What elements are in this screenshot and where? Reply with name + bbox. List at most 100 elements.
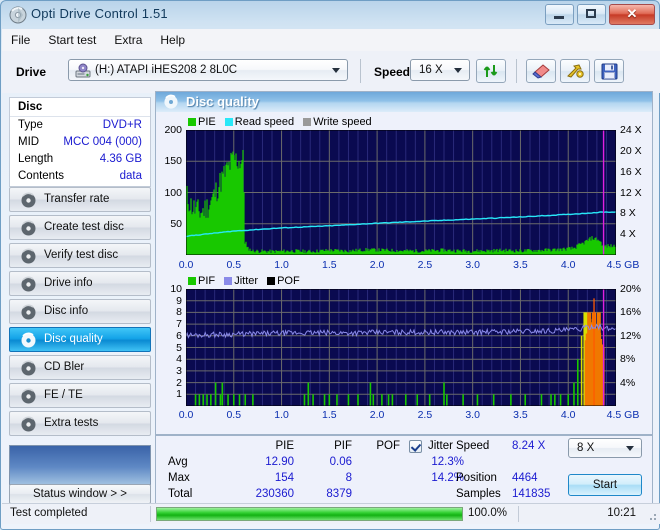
stats-avg-pif: 0.06 [329, 456, 352, 468]
chart2-y2tick-4: 4% [620, 376, 636, 389]
tools-icon [567, 64, 584, 78]
disc-icon [21, 360, 36, 376]
disc-quality-title: Disc quality [186, 94, 259, 109]
sidebar-item-drive-info[interactable]: Drive info [9, 271, 151, 296]
menu-item-start-test[interactable]: Start test [39, 29, 105, 50]
disc-row-length-key: Length [18, 153, 54, 165]
minimize-button[interactable] [545, 4, 574, 25]
disc-info-header-label: Disc [18, 101, 43, 113]
speed-label: Speed [374, 65, 411, 79]
disc-row-mid: MID MCC 004 (000) [10, 135, 150, 152]
status-divider-1 [150, 506, 151, 522]
start-button[interactable]: Start [568, 474, 642, 496]
menu-item-help[interactable]: Help [151, 29, 194, 50]
chart1-xtick-4: 2.0 [369, 259, 385, 271]
chart1-xtick-7: 3.5 [513, 259, 528, 271]
speed-select-value: 16 X [419, 64, 443, 76]
drive-select-value: (H:) ATAPI iHES208 2 8L0C [95, 64, 238, 76]
sidebar-item-extra-tests[interactable]: Extra tests [9, 411, 151, 436]
close-button[interactable]: ✕ [609, 4, 655, 25]
refresh-button[interactable] [476, 59, 506, 83]
legend-swatch-write-speed [303, 118, 312, 126]
disc-icon [21, 304, 36, 320]
title-bar: Opti Drive Control 1.51 ✕ [1, 1, 660, 29]
jitter-checkbox[interactable] [409, 440, 422, 453]
sidebar-item-cd-bler[interactable]: CD Bler [9, 355, 151, 380]
chart2-xtick-9: 4.5 GB [606, 409, 640, 421]
disc-quality-pif-chart [186, 289, 616, 406]
legend-label-jitter: Jitter [234, 275, 259, 287]
disc-icon [21, 248, 36, 264]
stats-avg-jitter: 12.3% [431, 456, 464, 468]
disc-info-header: Disc [10, 98, 150, 117]
chart2-ytick-1: 1 [176, 388, 182, 401]
chart1-y2tick-20x: 20 X [620, 144, 642, 157]
disc-icon [21, 332, 36, 348]
chart2-xtick-5: 2.5 [417, 409, 433, 421]
disc-quality-panel: Disc quality PIE Read speed Write speed … [155, 91, 653, 435]
status-window-button[interactable]: Status window > > [9, 484, 151, 504]
toolbar-divider-1 [360, 59, 361, 83]
menu-item-extra[interactable]: Extra [105, 29, 151, 50]
menu-item-file[interactable]: File [2, 29, 39, 50]
stats-max-pie: 154 [274, 472, 294, 484]
chevron-down-icon [454, 68, 462, 73]
drive-label: Drive [16, 65, 47, 79]
save-button[interactable] [594, 59, 624, 83]
status-time: 10:21 [607, 507, 636, 519]
position-stat-label: Position [456, 472, 497, 484]
resize-grip-icon[interactable] [646, 510, 657, 521]
chart2-xtick-2: 1.0 [274, 409, 289, 421]
drive-select[interactable]: (H:) ATAPI iHES208 2 8L0C [68, 59, 348, 81]
chart1-y2tick-24x: 24 X [620, 124, 642, 136]
chart1-xtick-0: 0.0 [178, 259, 194, 271]
test-speed-select[interactable]: 8 X [568, 438, 642, 458]
sidebar-item-verify-test-disc[interactable]: Verify test disc [9, 243, 151, 268]
sidebar-item-fe-te[interactable]: FE / TE [9, 383, 151, 408]
legend-label-read-speed: Read speed [234, 116, 295, 128]
settings-button[interactable] [560, 59, 590, 83]
chart2-ytick-2: 2 [176, 376, 182, 389]
disc-row-contents-value: data [119, 170, 142, 182]
sidebar-item-label: Verify test disc [44, 249, 119, 261]
disc-icon [21, 388, 36, 404]
chart2-ytick-9: 9 [176, 294, 182, 307]
chevron-down-icon [626, 446, 634, 451]
stats-col-pif: PIF [334, 440, 352, 452]
disc-row-contents: Contents data [10, 169, 150, 186]
maximize-button[interactable] [577, 4, 606, 25]
chevron-down-icon [332, 68, 340, 73]
disc-row-mid-key: MID [18, 136, 40, 148]
sidebar-item-label: Drive info [44, 277, 93, 289]
drive-icon [75, 63, 91, 78]
chart2-ytick-8: 8 [176, 306, 182, 319]
sidebar-item-disc-info[interactable]: Disc info [9, 299, 151, 324]
window-title: Opti Drive Control 1.51 [31, 6, 168, 21]
chart2-xtick-8: 4.0 [560, 409, 576, 421]
chart1-xtick-9: 4.5 GB [606, 259, 640, 271]
speed-stat-value: 8.24 X [512, 440, 546, 452]
legend-label-pof: POF [277, 275, 300, 287]
floppy-save-icon [601, 63, 618, 80]
speed-select[interactable]: 16 X [410, 59, 470, 81]
chart2-y2tick-20: 20% [620, 283, 642, 295]
legend-swatch-read-speed [224, 118, 233, 126]
test-speed-value: 8 X [577, 442, 595, 454]
sidebar-item-disc-quality[interactable]: Disc quality [9, 327, 151, 352]
legend-swatch-pie [188, 118, 196, 126]
sidebar-item-create-test-disc[interactable]: Create test disc [9, 215, 151, 240]
status-bar: Test completed 100.0% 10:21 [2, 503, 660, 524]
progress-bar [156, 507, 463, 521]
chart2-xtick-4: 2.0 [369, 409, 385, 421]
sidebar-item-transfer-rate[interactable]: Transfer rate [9, 187, 151, 212]
eraser-icon [532, 64, 550, 79]
sidebar-item-label: Disc info [44, 305, 89, 317]
eject-button[interactable] [526, 59, 556, 83]
stats-row-total-label: Total [168, 488, 193, 500]
progress-bar-fill [157, 508, 462, 520]
chart1-ytick-150: 150 [164, 155, 182, 168]
chart1-xtick-2: 1.0 [274, 259, 289, 271]
speed-stat-label: Speed [456, 440, 490, 452]
chart2-y2tick-12: 12% [620, 329, 642, 342]
disc-row-length-value: 4.36 GB [99, 153, 142, 165]
